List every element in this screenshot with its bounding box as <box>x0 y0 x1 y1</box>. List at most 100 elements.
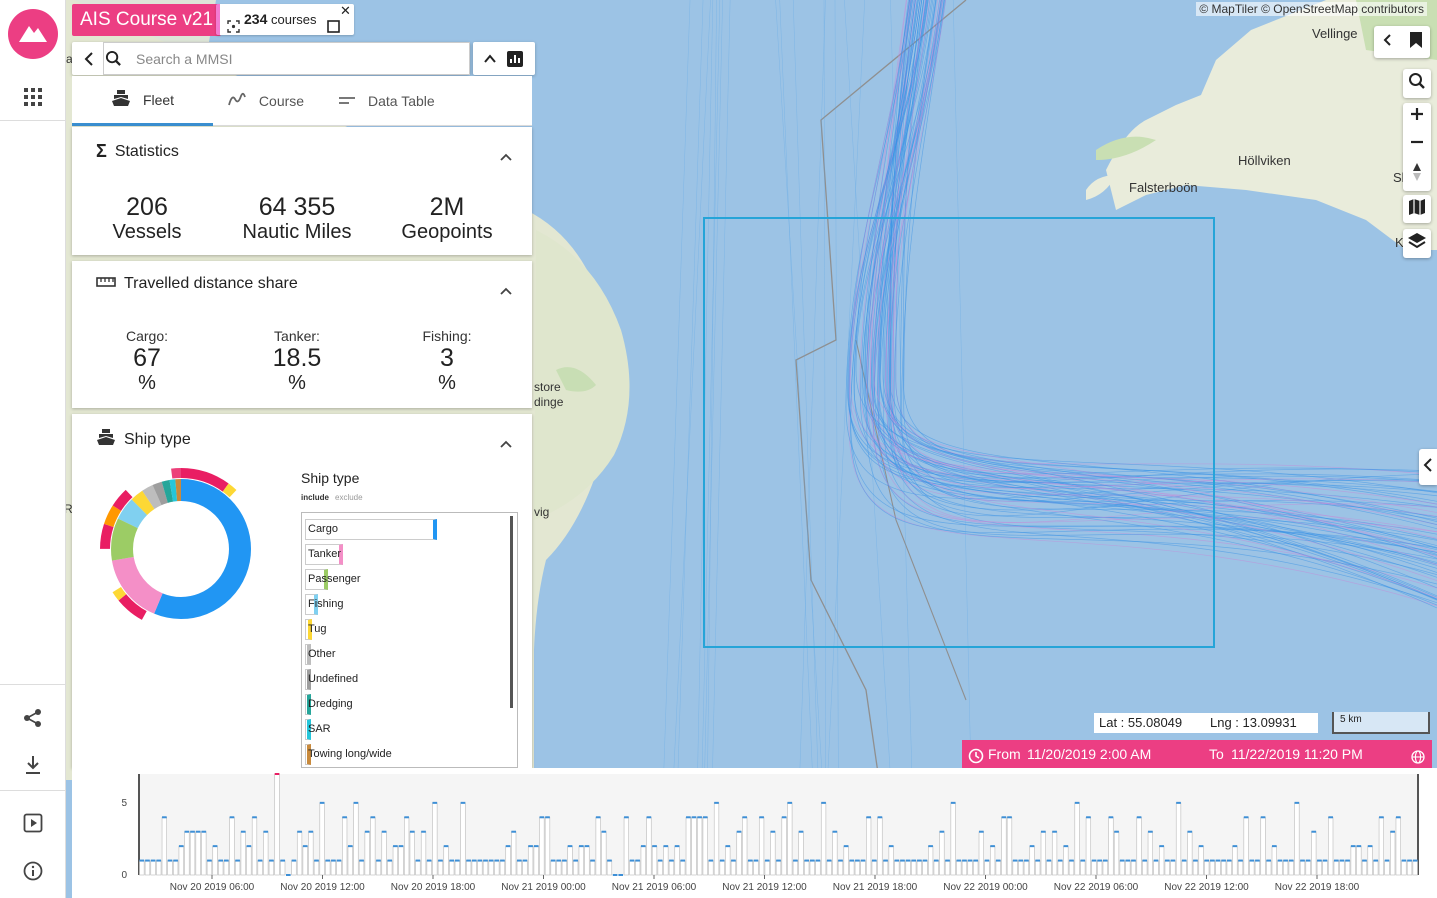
histogram-bar[interactable] <box>916 860 922 876</box>
search-icon[interactable] <box>1408 72 1426 95</box>
histogram-bar[interactable] <box>939 831 945 876</box>
histogram-bar[interactable] <box>173 860 179 876</box>
histogram-bar[interactable] <box>223 860 229 876</box>
histogram-bar[interactable] <box>866 816 872 876</box>
histogram-bar[interactable] <box>640 845 646 876</box>
ship-type-item[interactable]: Tanker <box>305 544 341 565</box>
histogram-bar[interactable] <box>1170 860 1176 876</box>
histogram-bar[interactable] <box>1130 860 1137 876</box>
layers-button[interactable] <box>1403 229 1431 258</box>
histogram-bar[interactable] <box>342 816 348 876</box>
histogram-bar[interactable] <box>144 860 151 876</box>
histogram-bar[interactable] <box>837 860 844 876</box>
histogram-bar[interactable] <box>798 831 804 876</box>
histogram-bar[interactable] <box>415 860 421 876</box>
histogram-bar[interactable] <box>1243 816 1249 876</box>
histogram-bar[interactable] <box>674 845 680 876</box>
histogram-bar[interactable] <box>488 860 494 876</box>
histogram-bar[interactable] <box>381 831 387 876</box>
share-icon[interactable] <box>0 706 66 730</box>
histogram-bar[interactable] <box>775 860 782 876</box>
histogram-bar[interactable] <box>871 860 877 876</box>
histogram-bar[interactable] <box>1237 860 1244 876</box>
histogram-bar[interactable] <box>477 860 483 876</box>
histogram-bar[interactable] <box>911 860 917 876</box>
histogram-bar[interactable] <box>325 860 331 876</box>
histogram-bar[interactable] <box>1344 860 1351 876</box>
compass-icon[interactable] <box>1411 162 1423 187</box>
chevron-left-icon[interactable] <box>83 51 95 72</box>
histogram-bar[interactable] <box>1333 860 1339 876</box>
histogram-bar[interactable] <box>804 860 810 876</box>
basemap-button[interactable] <box>1403 195 1431 223</box>
histogram-bar[interactable] <box>713 802 720 876</box>
histogram-bar[interactable] <box>1080 860 1086 876</box>
histogram-bar[interactable] <box>268 860 275 876</box>
histogram-bar[interactable] <box>1311 831 1317 876</box>
ship-type-item[interactable]: SAR <box>305 719 331 740</box>
ship-type-item[interactable]: Passenger <box>305 569 361 590</box>
histogram-bar[interactable] <box>1220 860 1227 876</box>
histogram-bar[interactable] <box>280 860 286 876</box>
histogram-bar[interactable] <box>1012 860 1018 876</box>
histogram-bar[interactable] <box>156 860 162 876</box>
histogram-bar[interactable] <box>1164 860 1170 876</box>
histogram-bar[interactable] <box>573 860 579 876</box>
ship-type-item[interactable]: Fishing <box>305 594 343 615</box>
histogram-bar[interactable] <box>471 860 477 876</box>
histogram-bar[interactable] <box>567 845 573 876</box>
download-icon[interactable] <box>0 752 66 778</box>
histogram-bar[interactable] <box>404 816 410 876</box>
histogram-bar[interactable] <box>443 845 449 876</box>
histogram-bar[interactable] <box>922 860 928 876</box>
histogram-bar[interactable] <box>505 845 511 876</box>
histogram-bar[interactable] <box>967 860 973 876</box>
histogram-bar[interactable] <box>736 831 742 876</box>
chevron-up-icon[interactable] <box>500 436 512 454</box>
include-toggle[interactable]: include <box>301 493 329 502</box>
histogram-bar[interactable] <box>1187 831 1193 876</box>
histogram-bar[interactable] <box>826 860 832 876</box>
histogram-bar[interactable] <box>1063 845 1069 876</box>
histogram-bar[interactable] <box>589 860 596 876</box>
histogram-bar[interactable] <box>1294 802 1300 876</box>
histogram-bar[interactable] <box>1282 860 1289 876</box>
window-icon[interactable] <box>327 13 341 44</box>
histogram-bar[interactable] <box>1029 845 1035 876</box>
histogram-bar[interactable] <box>719 860 725 876</box>
exclude-toggle[interactable]: exclude <box>335 493 363 502</box>
ship-type-item[interactable]: Cargo <box>305 519 338 540</box>
zoom-controls[interactable] <box>1403 103 1431 191</box>
histogram-bar[interactable] <box>753 860 759 876</box>
histogram-bar[interactable] <box>1204 860 1210 876</box>
histogram-bar[interactable] <box>1373 860 1379 876</box>
histogram-bar[interactable] <box>1113 831 1120 876</box>
histogram-bar[interactable] <box>167 860 173 876</box>
histogram-bar[interactable] <box>308 831 314 876</box>
histogram-bar[interactable] <box>516 860 522 876</box>
histogram-bar[interactable] <box>511 831 517 876</box>
tab-fleet[interactable]: Fleet <box>72 76 213 126</box>
histogram-bar[interactable] <box>1159 845 1165 876</box>
histogram-bar[interactable] <box>387 860 393 876</box>
histogram-bar[interactable] <box>989 845 996 876</box>
histogram-bar[interactable] <box>274 773 280 876</box>
histogram-bar[interactable] <box>1254 860 1261 876</box>
globe-icon[interactable] <box>1411 745 1425 773</box>
histogram-bar[interactable] <box>663 845 669 876</box>
histogram-bar[interactable] <box>218 860 224 876</box>
histogram-bar[interactable] <box>849 860 855 876</box>
histogram-bar[interactable] <box>1057 860 1063 876</box>
histogram-bar[interactable] <box>494 860 500 876</box>
histogram-bar[interactable] <box>894 860 900 876</box>
histogram-bar[interactable] <box>460 802 466 876</box>
ship-type-item[interactable]: Dredging <box>305 694 353 715</box>
histogram-bar[interactable] <box>1035 860 1041 876</box>
histogram-bar[interactable] <box>635 860 641 876</box>
histogram-chart[interactable]: 0 5 Nov 20 2019 06:00 Nov 20 2019 12:00 Nov … <box>72 768 1437 898</box>
histogram-bar[interactable] <box>1142 860 1148 876</box>
histogram-bar[interactable] <box>606 860 613 876</box>
histogram-bar[interactable] <box>544 816 551 876</box>
histogram-bar[interactable] <box>697 816 703 876</box>
histogram-bar[interactable] <box>1266 860 1272 876</box>
